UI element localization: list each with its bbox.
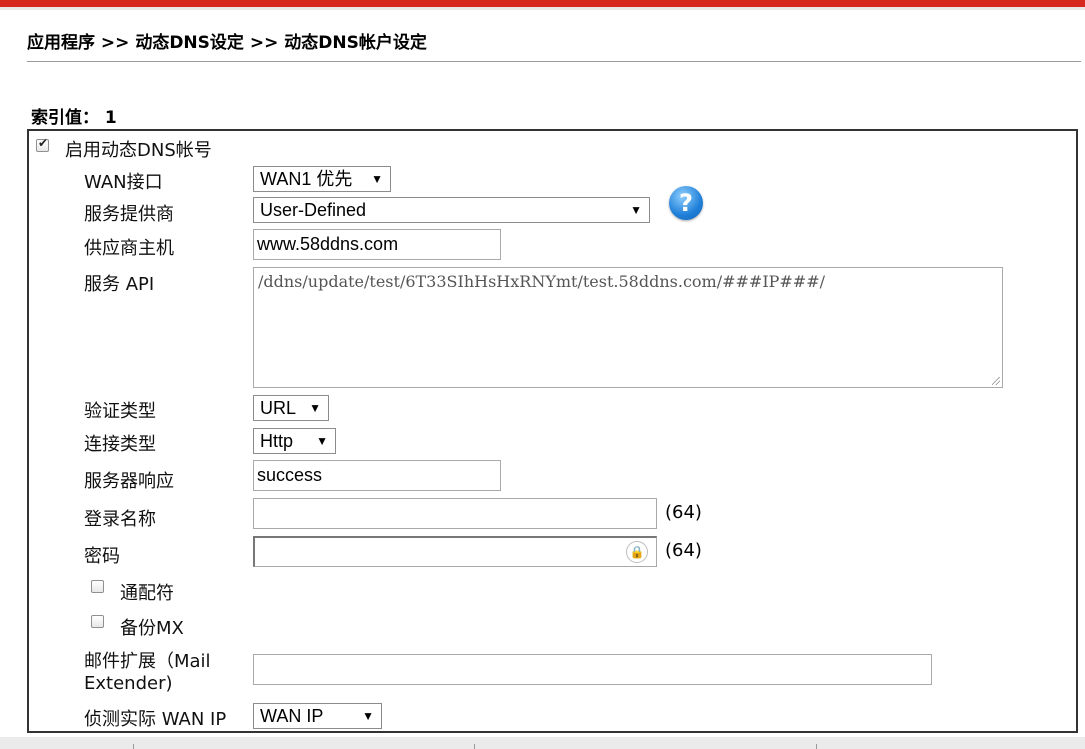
service-api-label: 服务 API bbox=[84, 274, 155, 295]
auth-type-select[interactable]: URL ▼ bbox=[253, 395, 329, 421]
wan-interface-label: WAN接口 bbox=[84, 172, 163, 193]
top-bar-shadow bbox=[0, 7, 1085, 10]
auth-type-value: URL bbox=[260, 398, 297, 418]
detect-wan-ip-label: 侦测实际 WAN IP bbox=[84, 709, 227, 730]
wildcard-label: 通配符 bbox=[120, 583, 174, 604]
mail-extender-label-line2: Extender) bbox=[84, 673, 173, 694]
connection-type-value: Http bbox=[260, 431, 294, 451]
auth-type-label: 验证类型 bbox=[84, 401, 156, 422]
backup-mx-checkbox[interactable] bbox=[91, 615, 104, 628]
title-divider bbox=[27, 61, 1081, 62]
password-lock-icon[interactable]: 🔒 bbox=[626, 541, 648, 563]
password-label: 密码 bbox=[84, 546, 120, 567]
dropdown-arrow-icon: ▼ bbox=[630, 203, 642, 217]
bar-divider bbox=[474, 744, 475, 749]
detect-wan-ip-select[interactable]: WAN IP ▼ bbox=[253, 703, 382, 729]
enable-ddns-label: 启用动态DNS帐号 bbox=[65, 140, 212, 161]
provider-host-label: 供应商主机 bbox=[84, 238, 174, 259]
bottom-button-bar bbox=[0, 737, 1085, 749]
dropdown-arrow-icon: ▼ bbox=[316, 434, 328, 448]
connection-type-select[interactable]: Http ▼ bbox=[253, 428, 336, 454]
breadcrumb: 应用程序 >> 动态DNS设定 >> 动态DNS帐户设定 bbox=[27, 33, 427, 53]
password-input[interactable] bbox=[253, 536, 657, 567]
login-name-label: 登录名称 bbox=[84, 509, 156, 530]
provider-value: User-Defined bbox=[260, 200, 367, 220]
service-api-textarea[interactable]: /ddns/update/test/6T33SIhHsHxRNYmt/test.… bbox=[253, 267, 1003, 388]
service-api-value: /ddns/update/test/6T33SIhHsHxRNYmt/test.… bbox=[258, 272, 826, 291]
connection-type-label: 连接类型 bbox=[84, 434, 156, 455]
index-label: 索引值： 1 bbox=[31, 108, 117, 128]
top-accent-bar bbox=[0, 0, 1085, 7]
wan-interface-value: WAN1 优先 bbox=[260, 169, 353, 189]
provider-select[interactable]: User-Defined ▼ bbox=[253, 197, 650, 223]
dropdown-arrow-icon: ▼ bbox=[371, 172, 383, 186]
detect-wan-ip-value: WAN IP bbox=[260, 706, 324, 726]
resize-grip-icon[interactable] bbox=[992, 377, 1000, 385]
dropdown-arrow-icon: ▼ bbox=[362, 709, 374, 723]
wildcard-checkbox[interactable] bbox=[91, 580, 104, 593]
mail-extender-input[interactable] bbox=[253, 654, 932, 685]
server-response-input[interactable]: success bbox=[253, 460, 501, 491]
bar-divider bbox=[133, 744, 134, 749]
mail-extender-label-line1: 邮件扩展（Mail bbox=[84, 651, 211, 672]
login-name-limit: (64) bbox=[665, 502, 702, 523]
provider-host-input[interactable]: www.58ddns.com bbox=[253, 229, 501, 260]
password-limit: (64) bbox=[665, 540, 702, 561]
login-name-input[interactable] bbox=[253, 498, 657, 529]
enable-ddns-checkbox[interactable] bbox=[36, 136, 49, 152]
bar-divider bbox=[816, 744, 817, 749]
wan-interface-select[interactable]: WAN1 优先 ▼ bbox=[253, 166, 391, 192]
help-question-icon[interactable]: ? bbox=[669, 186, 703, 220]
provider-label: 服务提供商 bbox=[84, 204, 174, 225]
backup-mx-label: 备份MX bbox=[120, 618, 184, 639]
server-response-label: 服务器响应 bbox=[84, 471, 174, 492]
dropdown-arrow-icon: ▼ bbox=[309, 401, 321, 415]
